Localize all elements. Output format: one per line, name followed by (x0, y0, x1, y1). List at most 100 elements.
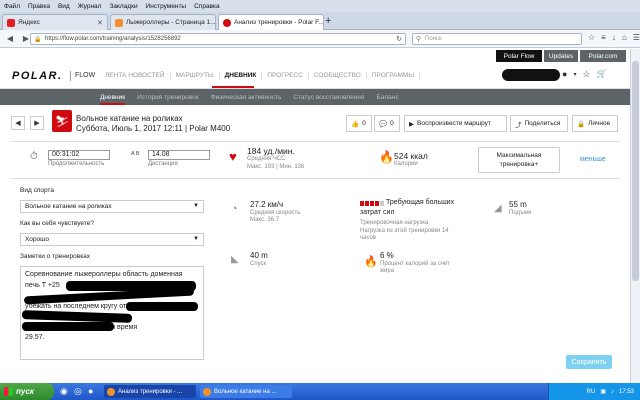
tab-yandex[interactable]: Яндекс ✕ (2, 14, 108, 30)
favorites-star-icon[interactable]: ☆ (582, 69, 590, 80)
feeling-select[interactable]: Хорошо ▼ (20, 233, 204, 246)
lock-icon: 🔒 (34, 37, 42, 43)
close-icon[interactable]: ✕ (97, 19, 103, 27)
fat-percent-value: 6 % (380, 251, 394, 260)
avg-hr-value: 184 уд./мин. (247, 146, 295, 156)
nav-routes[interactable]: МАРШРУТЫ (171, 72, 220, 79)
distance-label: Дистанция (148, 161, 178, 167)
subnav-balance[interactable]: Баланс (376, 94, 398, 101)
duration-field[interactable]: 00:31:02 (48, 150, 110, 160)
back-icon[interactable]: ◀ (4, 33, 16, 45)
reload-icon[interactable]: ↻ (396, 35, 402, 43)
star-icon[interactable]: ☆ (588, 33, 595, 42)
training-target-button[interactable]: Максимальная тренировка+ (478, 147, 560, 173)
subnav-history[interactable]: История тренировок (137, 94, 199, 101)
browser-quicklaunch-icon[interactable]: ◎ (74, 386, 82, 397)
clock[interactable]: 17:53 (619, 389, 634, 395)
menu-view[interactable]: Вид (58, 3, 70, 10)
yandex-favicon-icon (7, 18, 15, 27)
taskbar-window-rollerski[interactable]: Вольное катание на ... (200, 385, 292, 398)
feeling-label: Как вы себя чувствуете? (20, 220, 94, 227)
menu-file[interactable]: Файл (4, 3, 20, 10)
bookmarks-icon[interactable]: ≡ (601, 33, 606, 42)
rollerskiing-sport-icon: ⛷ (52, 110, 72, 132)
tab-rollerski[interactable]: Лыжероллеры - Страница 1... ✕ (110, 14, 216, 30)
menu-icon[interactable]: ☰ (633, 33, 640, 42)
chevron-down-icon[interactable]: ▾ (573, 71, 576, 80)
firefox-icon (107, 388, 115, 396)
search-input[interactable]: ⚲ Поиск (412, 33, 582, 45)
user-name-redacted[interactable] (502, 69, 560, 81)
forum-favicon-icon (115, 18, 123, 27)
comment-button[interactable]: 💬 0 (374, 115, 400, 132)
notes-line: 29.57. (25, 334, 45, 341)
tab-label: Анализ тренировки - Polar F... (234, 19, 324, 26)
private-button[interactable]: 🔒 Личное (572, 115, 618, 132)
home-icon[interactable]: ⌂ (622, 33, 627, 42)
lock-icon: 🔒 (577, 120, 586, 128)
save-button[interactable]: Сохранить (566, 355, 612, 369)
tab-polar[interactable]: Анализ тренировки - Polar F... ✕ (218, 14, 324, 30)
active-nav-indicator (212, 86, 254, 88)
divider (10, 141, 620, 142)
heart-icon: ♥ (229, 149, 237, 164)
chevron-down-icon: ▼ (193, 236, 199, 242)
top-link-updates[interactable]: Updates (544, 50, 578, 62)
menu-bookmarks[interactable]: Закладки (109, 3, 137, 10)
page-scrollbar[interactable] (630, 49, 640, 383)
windows-taskbar: пуск ◉ ◎ ● Анализ тренировки - ... Вольн… (0, 383, 640, 400)
sub-nav: Дневник История тренировок Физическая ак… (0, 89, 630, 105)
start-button[interactable]: пуск (0, 383, 54, 400)
share-label: Поделиться (524, 120, 561, 127)
less-link[interactable]: меньше (580, 156, 606, 163)
fat-percent-label: Процент калорий за счет (380, 261, 450, 267)
subnav-recovery[interactable]: Статус восстановления (293, 94, 364, 101)
shopping-cart-icon[interactable]: 🛒 (597, 69, 607, 80)
subnav-diary[interactable]: Дневник (100, 94, 126, 105)
new-tab-icon[interactable]: + (325, 15, 331, 27)
language-indicator[interactable]: RU (587, 389, 596, 395)
training-load-level-2: затрат сил (360, 209, 395, 216)
url-input[interactable]: 🔒 https://flow.polar.com/training/analys… (30, 33, 406, 45)
subnav-activity[interactable]: Физическая активность (211, 94, 282, 101)
firefox-icon (203, 388, 211, 396)
prev-session-button[interactable]: ◀ (11, 116, 25, 130)
training-load-level-1: Требующая больших (386, 199, 455, 206)
hr-minmax: Макс. 193 | Мин. 136 (247, 164, 305, 170)
taskbar-window-analysis[interactable]: Анализ тренировки - ... (104, 385, 196, 398)
polar-favicon-icon (223, 18, 231, 27)
like-button[interactable]: 👍 0 (346, 115, 372, 132)
top-link-polarcom[interactable]: Polar.com (580, 50, 626, 62)
menu-edit[interactable]: Правка (28, 3, 50, 10)
nav-diary[interactable]: ДНЕВНИК (220, 72, 263, 79)
download-icon[interactable]: ↓ (612, 33, 616, 42)
descent-icon: ◣ (231, 254, 239, 265)
redaction (22, 322, 114, 331)
speed-max: Макс. 36.7 (250, 217, 280, 223)
avatar-icon[interactable]: ● (562, 69, 567, 80)
network-icon[interactable]: ▣ (600, 388, 606, 395)
notes-line: Соревнование лыжероллеры область доменна… (25, 271, 183, 278)
nav-community[interactable]: СООБЩЕСТВО (309, 72, 367, 79)
next-session-button[interactable]: ▶ (30, 116, 44, 130)
speed-gauge-icon: ◔ (231, 203, 238, 215)
nav-newsfeed[interactable]: ЛЕНТА НОВОСТЕЙ (100, 72, 171, 79)
menu-help[interactable]: Справка (194, 3, 220, 10)
session-subtitle: Суббота, Июль 1, 2017 12:11 | Polar M400 (76, 124, 231, 133)
share-button[interactable]: ⤴ Поделиться (510, 115, 568, 132)
volume-icon[interactable]: ♪ (611, 389, 614, 395)
sport-select[interactable]: Вольное катание на роликах ▼ (20, 200, 204, 213)
nav-programs[interactable]: ПРОГРАММЫ (367, 72, 421, 79)
firefox-quicklaunch-icon[interactable]: ◉ (60, 386, 68, 397)
top-link-polarflow[interactable]: Polar Flow (496, 50, 542, 62)
menu-history[interactable]: Журнал (78, 3, 102, 10)
replay-route-button[interactable]: ▶ Воспроизвести маршрут (404, 115, 507, 132)
nav-progress[interactable]: ПРОГРЕСС (262, 72, 309, 79)
menu-tools[interactable]: Инструменты (146, 3, 187, 10)
app-quicklaunch-icon[interactable]: ● (88, 386, 93, 396)
divider (10, 178, 620, 179)
distance-field[interactable]: 14.08 (148, 150, 210, 160)
polar-logo[interactable]: POLAR. (12, 70, 63, 82)
distance-ab-icon: A B (131, 151, 140, 157)
ascent-value: 55 m (509, 200, 527, 209)
